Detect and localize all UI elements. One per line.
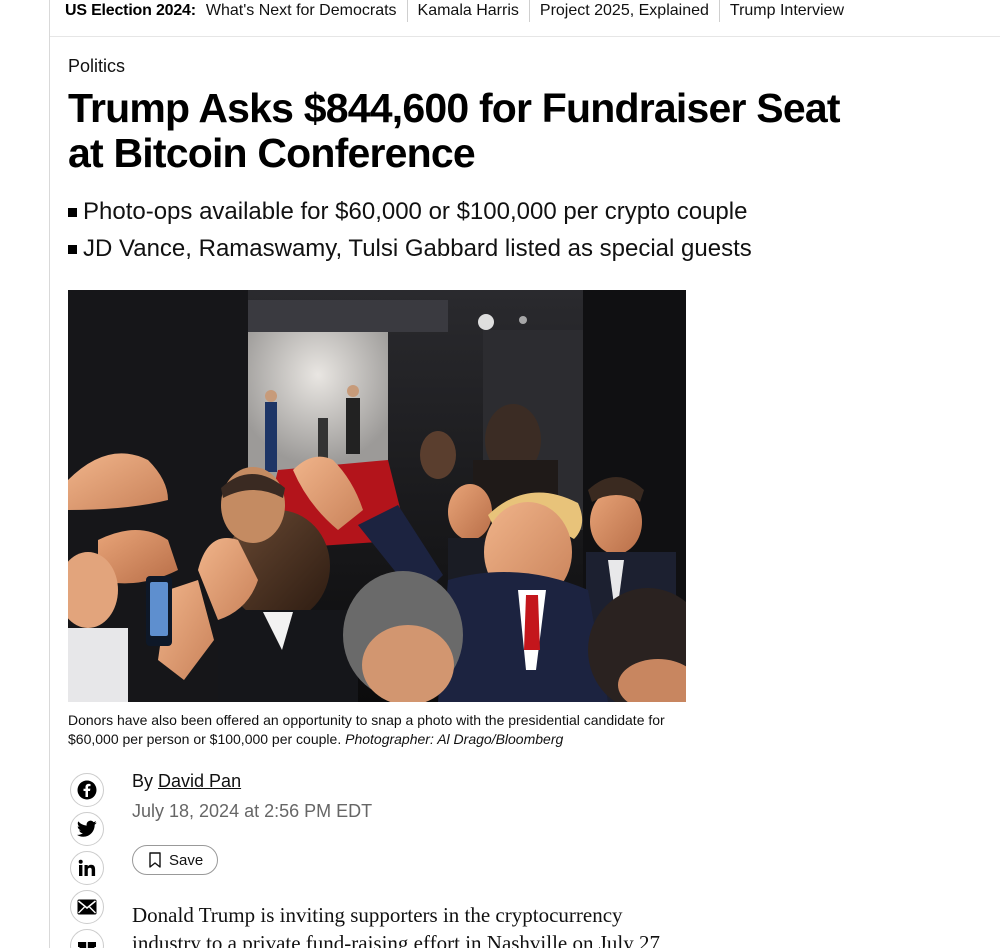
lead-photo <box>68 290 686 702</box>
summary-item: JD Vance, Ramaswamy, Tulsi Gabbard liste… <box>68 230 752 267</box>
section-kicker[interactable]: Politics <box>68 56 125 77</box>
gift-icon <box>78 942 96 948</box>
share-twitter-button[interactable] <box>70 812 104 846</box>
trending-nav: US Election 2024: What's Next for Democr… <box>50 0 1000 37</box>
save-button-label: Save <box>169 851 204 869</box>
share-facebook-button[interactable] <box>70 773 104 807</box>
article-headline: Trump Asks $844,600 for Fundraiser Seat … <box>68 85 840 176</box>
bullet-square-icon <box>68 245 77 254</box>
summary-item: Photo-ops available for $60,000 or $100,… <box>68 193 752 230</box>
share-linkedin-button[interactable] <box>70 851 104 885</box>
trending-link-trump-interview[interactable]: Trump Interview <box>718 0 854 22</box>
facebook-icon <box>77 780 97 800</box>
byline: By David Pan <box>132 771 241 792</box>
trending-links: What's Next for Democrats Kamala Harris … <box>206 0 854 22</box>
left-divider <box>49 0 50 948</box>
publish-date: July 18, 2024 at 2:56 PM EDT <box>132 801 373 821</box>
trending-label: US Election 2024: <box>65 2 196 19</box>
trending-link-kamala-harris[interactable]: Kamala Harris <box>406 0 529 22</box>
author-link[interactable]: David Pan <box>158 771 241 791</box>
share-toolbar <box>70 773 106 948</box>
photo-credit: Photographer: Al Drago/Bloomberg <box>345 731 564 747</box>
bookmark-icon <box>149 852 161 868</box>
linkedin-icon <box>78 859 96 876</box>
summary-text: JD Vance, Ramaswamy, Tulsi Gabbard liste… <box>83 235 752 262</box>
trending-link-project-2025[interactable]: Project 2025, Explained <box>528 0 719 22</box>
bullet-square-icon <box>68 208 77 217</box>
photo-caption: Donors have also been offered an opportu… <box>68 711 688 749</box>
share-gift-button[interactable] <box>70 929 104 948</box>
byline-prefix: By <box>132 771 154 791</box>
share-email-button[interactable] <box>70 890 104 924</box>
summary-text: Photo-ops available for $60,000 or $100,… <box>83 198 748 225</box>
twitter-icon <box>77 820 97 837</box>
article-summary-list: Photo-ops available for $60,000 or $100,… <box>68 193 752 267</box>
save-button[interactable]: Save <box>132 845 219 875</box>
email-icon <box>77 899 97 915</box>
trending-link-democrats[interactable]: What's Next for Democrats <box>206 0 407 22</box>
article-body-paragraph: Donald Trump is inviting supporters in t… <box>132 903 661 948</box>
